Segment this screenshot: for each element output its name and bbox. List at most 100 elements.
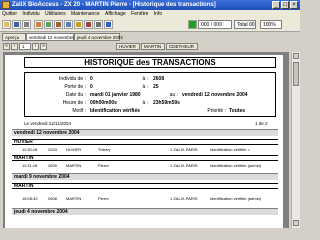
folder-icon bbox=[4, 22, 9, 27]
date-label: Date du : bbox=[65, 92, 86, 98]
clock-button[interactable] bbox=[64, 20, 73, 29]
report-title: HISTORIQUE des TRANSACTIONS bbox=[24, 57, 276, 68]
individu-from: 0 bbox=[90, 76, 93, 82]
cell-status: Identification vérifiée < bbox=[210, 147, 250, 152]
help-button[interactable] bbox=[104, 20, 113, 29]
green-status bbox=[188, 20, 197, 29]
cell-firstname: Thierry bbox=[98, 147, 111, 152]
card-icon bbox=[46, 22, 51, 27]
cell-lastname: MARTIN bbox=[66, 196, 82, 201]
menu-quitter[interactable]: Quitter bbox=[0, 10, 19, 18]
counter-field: 000 / 000 bbox=[198, 20, 232, 29]
next-page-button[interactable]: › bbox=[32, 43, 39, 50]
first-page-button[interactable]: « bbox=[3, 43, 10, 50]
page-number: 1 de 2 bbox=[255, 121, 268, 126]
history-button[interactable] bbox=[84, 20, 93, 29]
cell-firstname: Pierre bbox=[98, 163, 109, 168]
cell-id: 2608 bbox=[48, 196, 57, 201]
printer-icon bbox=[24, 22, 29, 27]
menu-bar: Quitter Individu Utilitaires Maintenance… bbox=[0, 10, 300, 18]
menu-info[interactable]: Info bbox=[152, 10, 164, 18]
cell-lastname: MARTIN bbox=[66, 163, 82, 168]
app-icon bbox=[2, 1, 10, 9]
individu-to: 2608 bbox=[153, 76, 165, 82]
menu-affichage[interactable]: Affichage bbox=[103, 10, 128, 18]
disk-icon bbox=[14, 22, 19, 27]
cell-door: 1 ZALIX-PARIS bbox=[170, 196, 198, 201]
menu-maintenance[interactable]: Maintenance bbox=[69, 10, 102, 18]
cell-id: 2609 bbox=[48, 163, 57, 168]
key-icon bbox=[76, 22, 81, 27]
group-header: MARTIN bbox=[12, 155, 278, 161]
heure-from: 00h00m00s bbox=[90, 100, 117, 106]
cell-time: 16:05:42 bbox=[22, 196, 38, 201]
gear-icon bbox=[96, 22, 101, 27]
window-title: ZaliX BioAccess - ZX 20 - MARTIN Pierre … bbox=[12, 2, 216, 8]
nav-tab-huvier[interactable]: HUVIER bbox=[116, 43, 140, 50]
close-button[interactable]: × bbox=[290, 1, 298, 9]
date-to: vendredi 12 novembre 2004 bbox=[182, 92, 248, 98]
priorite-value: Toutes bbox=[229, 108, 246, 114]
people-button[interactable] bbox=[34, 20, 43, 29]
door-icon bbox=[56, 22, 61, 27]
scroll-down-icon[interactable] bbox=[293, 220, 299, 226]
porte-from: 0 bbox=[90, 84, 93, 90]
nav-tab-cdetheur[interactable]: CDETHEUR bbox=[166, 43, 198, 50]
individu-label: Individu de : bbox=[59, 76, 86, 82]
cell-door: 1 ZALIX-PARIS bbox=[170, 163, 198, 168]
day-header: jeudi 4 novembre 2004 bbox=[12, 208, 278, 215]
maximize-button[interactable]: □ bbox=[281, 1, 289, 9]
cell-door: 1 ZALIX-PARIS bbox=[170, 147, 198, 152]
open-button[interactable] bbox=[2, 20, 11, 29]
heure-label: Heure de : bbox=[62, 100, 86, 106]
total-label: Total 00 bbox=[234, 20, 256, 29]
card-button[interactable] bbox=[44, 20, 53, 29]
porte-to-label: à : bbox=[142, 84, 148, 90]
menu-utilitaires[interactable]: Utilitaires bbox=[43, 10, 68, 18]
motif-value: Identification vérifiée bbox=[90, 108, 141, 114]
date-to-label: au : bbox=[169, 92, 178, 98]
date-from: mardi 01 janvier 1980 bbox=[90, 92, 141, 98]
printed-date: Le vendredi 12/11/2004 bbox=[24, 121, 71, 126]
group-header: HUVIER bbox=[12, 139, 278, 145]
tab-12-novembre[interactable]: vendredi 12 novembre 2004 bbox=[26, 33, 85, 41]
porte-label: Porte de : bbox=[64, 84, 86, 90]
heure-to-label: à : bbox=[142, 100, 148, 106]
minimize-button[interactable]: _ bbox=[272, 1, 280, 9]
settings-button[interactable] bbox=[94, 20, 103, 29]
individu-to-label: à : bbox=[142, 76, 148, 82]
cell-status: Identification vérifiée (admin) bbox=[210, 163, 262, 168]
vertical-scrollbar[interactable] bbox=[291, 52, 300, 228]
day-header: vendredi 12 novembre 2004 bbox=[12, 129, 278, 136]
motif-label: Motif : bbox=[72, 108, 86, 114]
cell-firstname: Pierre bbox=[98, 196, 109, 201]
print-button[interactable] bbox=[22, 20, 31, 29]
help-icon bbox=[106, 22, 111, 27]
day-header: mardi 9 novembre 2004 bbox=[12, 173, 278, 180]
cell-status: Identification vérifiée (admin) bbox=[210, 196, 262, 201]
heure-to: 23h59m59s bbox=[153, 100, 180, 106]
menu-individu[interactable]: Individu bbox=[20, 10, 41, 18]
scroll-thumb[interactable] bbox=[293, 62, 299, 86]
people-icon bbox=[36, 22, 41, 27]
cell-time: 11:31:18 bbox=[22, 163, 38, 168]
zoom-field[interactable]: 100% bbox=[260, 20, 282, 29]
cell-lastname: HUVIER bbox=[66, 147, 82, 152]
last-page-button[interactable]: » bbox=[40, 43, 47, 50]
priorite-label: Priorité : bbox=[207, 108, 226, 114]
menu-fenetre[interactable]: Fenêtre bbox=[129, 10, 150, 18]
save-button[interactable] bbox=[12, 20, 21, 29]
tab-apercu[interactable]: Aperçu bbox=[2, 33, 26, 41]
cell-id: 2203 bbox=[48, 147, 57, 152]
nav-tab-martin[interactable]: MARTIN bbox=[141, 43, 165, 50]
tab-4-novembre[interactable]: jeudi 4 novembre 2004 bbox=[74, 33, 123, 41]
history-icon bbox=[86, 22, 91, 27]
scroll-up-icon[interactable] bbox=[293, 53, 299, 59]
page-field[interactable]: 1 bbox=[19, 43, 31, 50]
porte-to: 25 bbox=[153, 84, 159, 90]
cell-time: 11:30:18 bbox=[22, 147, 38, 152]
key-button[interactable] bbox=[74, 20, 83, 29]
clock-icon bbox=[66, 22, 71, 27]
prev-page-button[interactable]: ‹ bbox=[11, 43, 18, 50]
door-button[interactable] bbox=[54, 20, 63, 29]
